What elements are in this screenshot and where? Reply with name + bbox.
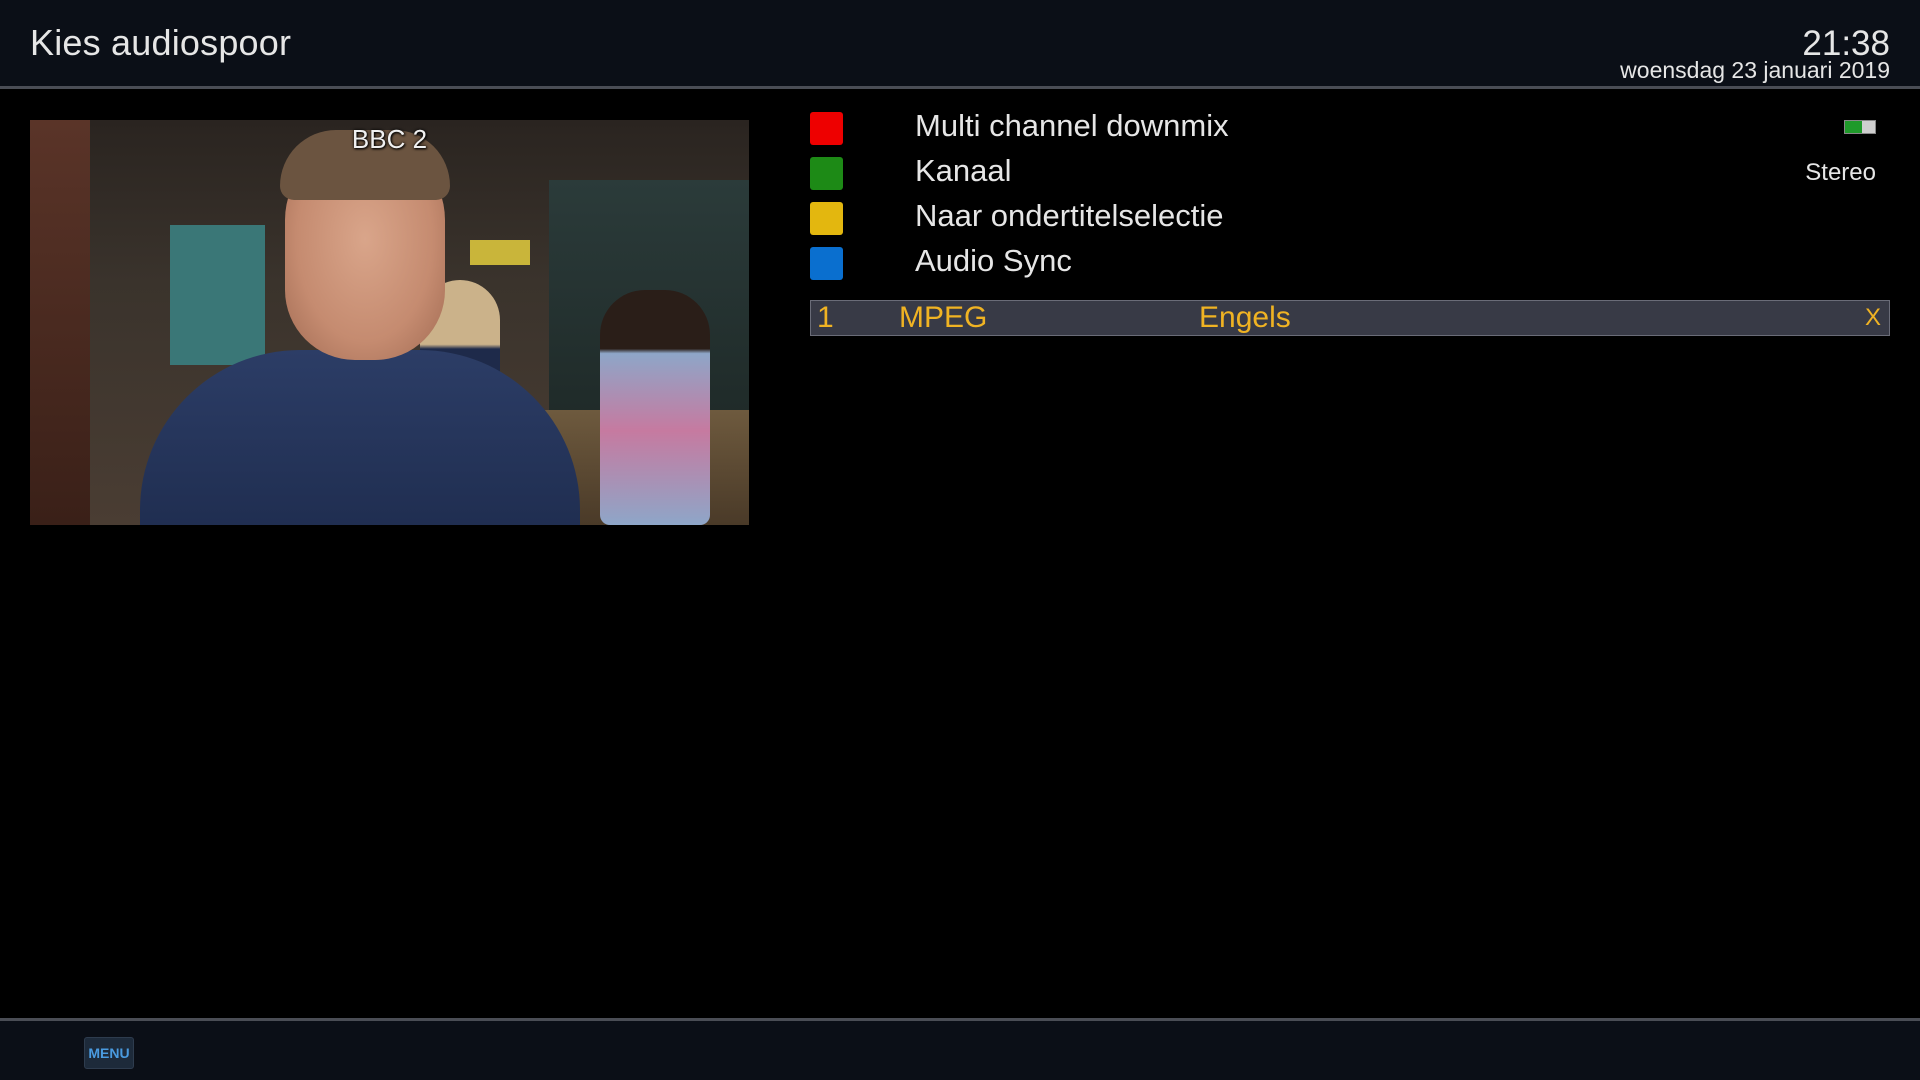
blue-key-icon	[810, 247, 843, 280]
footer-bar: MENU	[0, 1018, 1920, 1080]
menu-item-channel[interactable]: Kanaal Stereo	[810, 151, 1890, 196]
track-codec: MPEG	[899, 301, 988, 334]
menu-item-downmix[interactable]: Multi channel downmix	[810, 106, 1890, 151]
menu-item-label: Multi channel downmix	[915, 108, 1229, 143]
date-display: woensdag 23 januari 2019	[1620, 57, 1890, 83]
menu-button[interactable]: MENU	[84, 1037, 134, 1069]
preview-person	[600, 290, 710, 525]
green-key-icon	[810, 157, 843, 190]
red-key-icon	[810, 112, 843, 145]
downmix-toggle[interactable]	[1844, 120, 1876, 134]
audio-track-selection-screen: Kies audiospoor 21:38 woensdag 23 januar…	[0, 0, 1920, 1080]
header-bar: Kies audiospoor 21:38 woensdag 23 januar…	[0, 0, 1920, 89]
menu-item-label: Kanaal	[915, 153, 1012, 188]
channel-name: BBC 2	[351, 124, 428, 154]
channel-value: Stereo	[1805, 159, 1876, 186]
presenter-shirt	[140, 350, 580, 525]
toggle-knob	[1845, 121, 1862, 133]
menu-item-label: Audio Sync	[915, 243, 1072, 278]
audio-track-row-selected[interactable]: 1 MPEG Engels X	[810, 300, 1890, 336]
preview-presenter	[100, 120, 580, 525]
options-menu: Multi channel downmix Kanaal Stereo Naar…	[810, 106, 1890, 286]
menu-item-label: Naar ondertitelselectie	[915, 198, 1224, 233]
yellow-key-icon	[810, 202, 843, 235]
page-title: Kies audiospoor	[30, 22, 292, 63]
track-language: Engels	[1199, 301, 1291, 334]
menu-item-subtitles[interactable]: Naar ondertitelselectie	[810, 196, 1890, 241]
preview-scene-wall	[30, 120, 90, 525]
track-selected-mark: X	[1864, 304, 1881, 331]
menu-item-audio-sync[interactable]: Audio Sync	[810, 241, 1890, 286]
video-preview: BBC 2	[30, 120, 749, 525]
track-number: 1	[817, 301, 834, 334]
